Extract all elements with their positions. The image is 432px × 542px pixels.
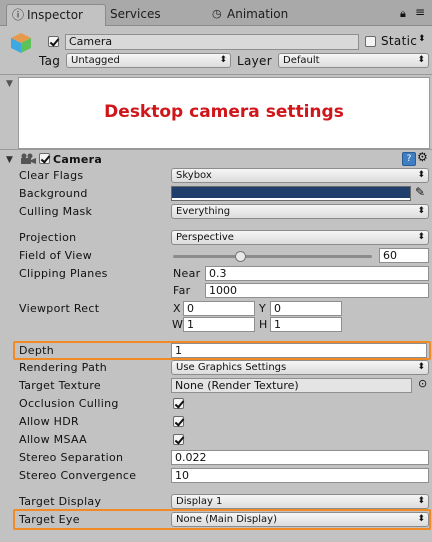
clipping-planes-label: Clipping Planes: [19, 267, 108, 280]
clear-flags-dropdown[interactable]: Skybox: [171, 168, 429, 183]
target-eye-dropdown[interactable]: None (Main Display): [171, 512, 429, 527]
target-texture-field[interactable]: None (Render Texture): [171, 378, 412, 393]
camera-foldout-icon[interactable]: ▼: [6, 155, 13, 165]
depth-field[interactable]: 1: [171, 343, 427, 358]
target-texture-label: Target Texture: [19, 379, 101, 392]
allow-msaa-label: Allow MSAA: [19, 433, 87, 446]
projection-dropdown[interactable]: Perspective: [171, 230, 429, 245]
object-name-field[interactable]: Camera: [65, 34, 359, 50]
viewport-h-label: H: [259, 318, 268, 331]
camera-component-title: Camera: [53, 153, 103, 166]
lock-icon[interactable]: 🔒︎: [400, 7, 406, 21]
fov-label: Field of View: [19, 249, 92, 262]
tab-inspector[interactable]: ⓘ Inspector: [6, 4, 106, 26]
culling-mask-dropdown[interactable]: Everything: [171, 204, 429, 219]
viewport-h-field[interactable]: 1: [270, 317, 342, 332]
viewport-y-field[interactable]: 0: [270, 301, 342, 316]
note-panel: Desktop camera settings: [18, 77, 430, 149]
active-checkbox[interactable]: [48, 36, 59, 47]
camera-enabled-checkbox[interactable]: [39, 153, 50, 164]
info-icon: ⓘ: [12, 8, 25, 22]
note-foldout-icon[interactable]: ▼: [6, 79, 13, 89]
fov-slider-track[interactable]: [173, 255, 372, 258]
stereo-convergence-label: Stereo Convergence: [19, 469, 137, 482]
culling-mask-label: Culling Mask: [19, 205, 93, 218]
background-label: Background: [19, 187, 88, 200]
tab-bar: ⓘ Inspector Services ◷ Animation 🔒︎ ≡: [0, 0, 432, 26]
note-text: Desktop camera settings: [104, 102, 344, 122]
camera-icon: [21, 153, 36, 164]
tab-animation[interactable]: ◷ Animation: [212, 4, 322, 25]
alpha-bar: [172, 198, 410, 200]
rendering-path-label: Rendering Path: [19, 361, 108, 374]
allow-hdr-label: Allow HDR: [19, 415, 79, 428]
viewport-x-label: X: [173, 302, 181, 315]
projection-label: Projection: [19, 231, 77, 244]
far-label: Far: [173, 284, 191, 297]
stereo-convergence-field[interactable]: 10: [171, 468, 429, 483]
eyedropper-icon[interactable]: ✎: [415, 185, 425, 199]
tab-inspector-label: Inspector: [27, 8, 83, 22]
target-eye-label: Target Eye: [19, 513, 80, 526]
occlusion-culling-label: Occlusion Culling: [19, 397, 119, 410]
allow-hdr-checkbox[interactable]: [173, 416, 184, 427]
viewport-w-label: W: [172, 318, 184, 331]
tag-dropdown[interactable]: Untagged: [66, 53, 231, 68]
far-field[interactable]: 1000: [205, 283, 429, 298]
gear-icon[interactable]: ⚙: [417, 150, 428, 164]
clock-icon: ◷: [212, 7, 222, 20]
static-label: Static: [381, 34, 418, 48]
viewport-w-field[interactable]: 1: [183, 317, 255, 332]
static-checkbox[interactable]: [365, 36, 376, 47]
target-display-dropdown[interactable]: Display 1: [171, 494, 429, 509]
object-picker-icon[interactable]: ⊙: [418, 377, 427, 390]
viewport-rect-label: Viewport Rect: [19, 302, 100, 315]
layer-label: Layer: [237, 54, 272, 68]
tab-animation-label: Animation: [227, 7, 289, 21]
gameobject-icon: [11, 33, 31, 53]
rendering-path-dropdown[interactable]: Use Graphics Settings: [171, 360, 429, 375]
viewport-x-field[interactable]: 0: [183, 301, 255, 316]
tag-label: Tag: [39, 54, 61, 68]
viewport-y-label: Y: [259, 302, 267, 315]
near-field[interactable]: 0.3: [205, 266, 429, 281]
clear-flags-label: Clear Flags: [19, 169, 84, 182]
tab-services[interactable]: Services: [110, 4, 161, 25]
background-color-field[interactable]: [171, 186, 411, 201]
stereo-separation-label: Stereo Separation: [19, 451, 124, 464]
menu-icon[interactable]: ≡: [415, 5, 425, 19]
help-icon[interactable]: ?: [402, 152, 416, 166]
near-label: Near: [173, 267, 201, 280]
stereo-separation-field[interactable]: 0.022: [171, 450, 429, 465]
allow-msaa-checkbox[interactable]: [173, 434, 184, 445]
occlusion-culling-checkbox[interactable]: [173, 398, 184, 409]
fov-slider-knob[interactable]: [234, 251, 246, 262]
static-dropdown-icon[interactable]: ⬍: [418, 34, 426, 44]
fov-field[interactable]: 60: [379, 248, 429, 263]
separator: [0, 149, 432, 150]
depth-label: Depth: [19, 344, 55, 357]
target-display-label: Target Display: [19, 495, 102, 508]
layer-dropdown[interactable]: Default: [278, 53, 429, 68]
object-header: Camera Static ⬍ Tag Untagged Layer Defau…: [0, 26, 432, 75]
